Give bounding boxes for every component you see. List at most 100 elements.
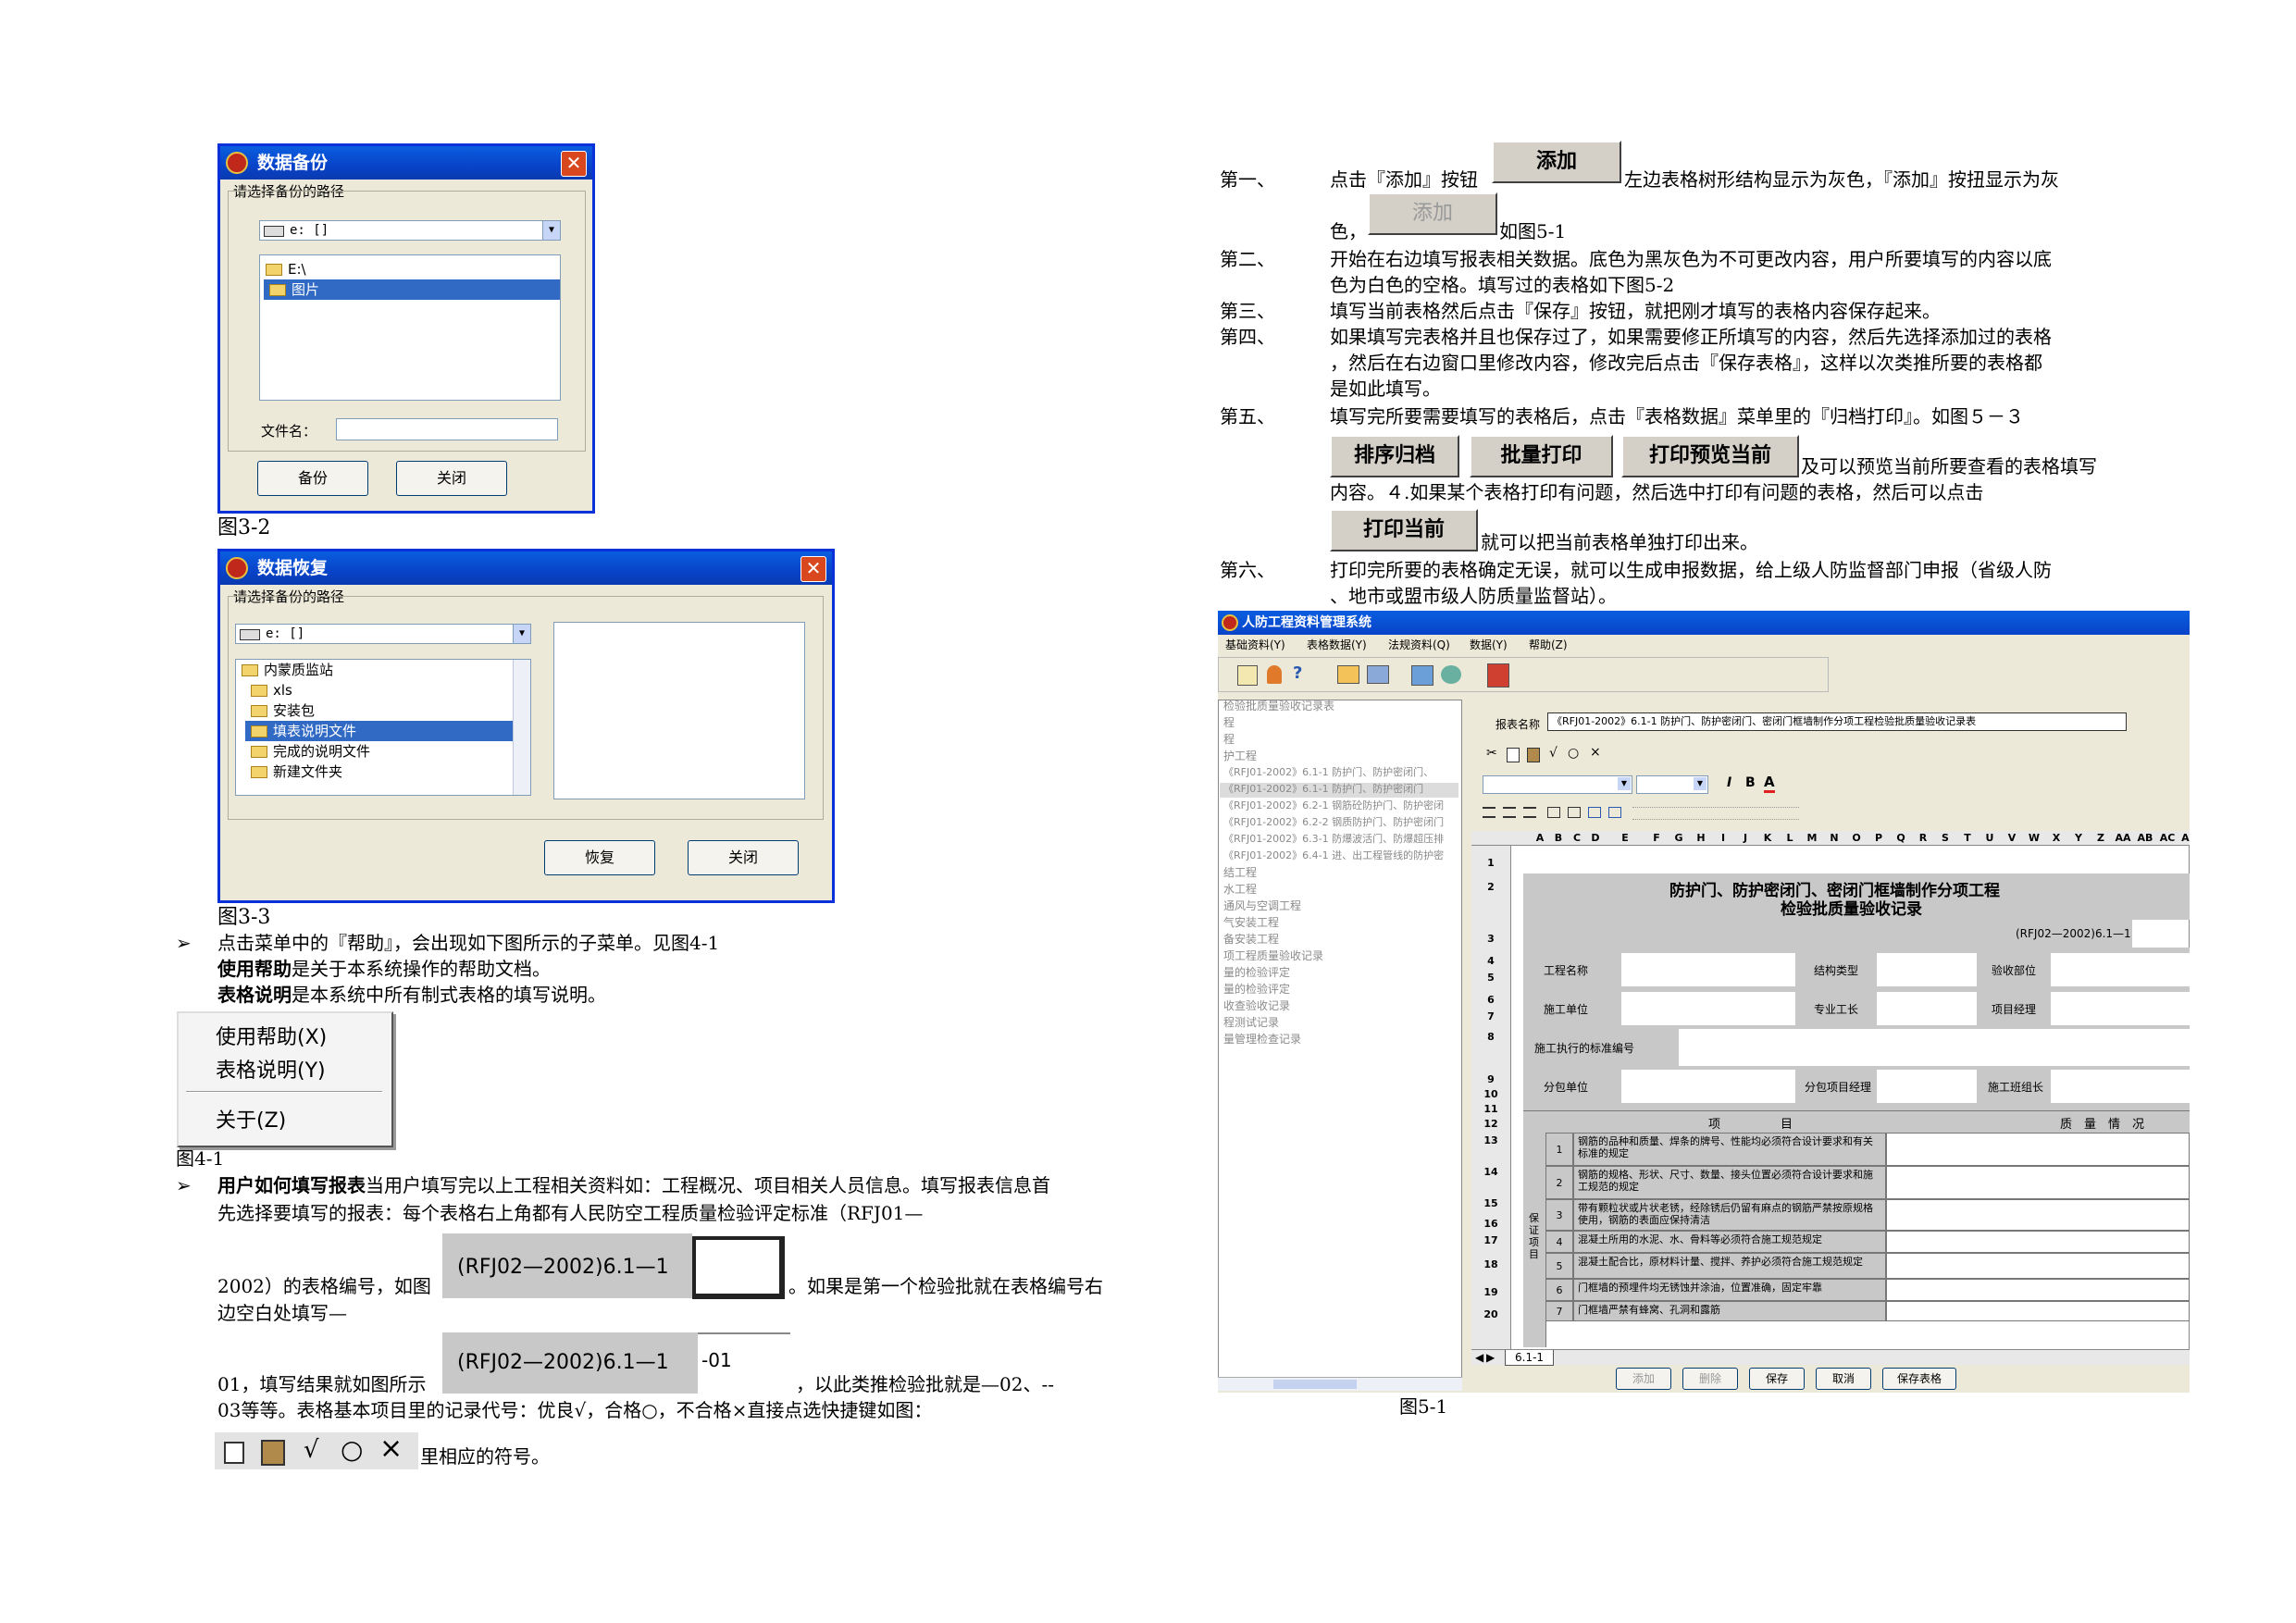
backup-dialog-titlebar[interactable]: 数据备份 ✕ bbox=[220, 146, 592, 180]
row-header[interactable]: 5 bbox=[1471, 972, 1510, 984]
tree-item[interactable]: 结工程 bbox=[1223, 864, 1257, 880]
column-header[interactable]: V bbox=[2001, 831, 2023, 845]
tree-item[interactable]: 水工程 bbox=[1223, 881, 1257, 897]
structure-type-input[interactable] bbox=[1877, 953, 1977, 986]
check-symbol-button[interactable]: √ bbox=[304, 1436, 319, 1464]
close-button[interactable]: 关闭 bbox=[688, 840, 799, 875]
tab-prev-icon[interactable]: ◀ bbox=[1475, 1350, 1483, 1365]
tree-item[interactable]: 程测试记录 bbox=[1223, 1014, 1279, 1030]
paste-icon[interactable] bbox=[1527, 748, 1540, 762]
acceptance-part-input[interactable] bbox=[2051, 953, 2190, 986]
folder-item[interactable]: 完成的说明文件 bbox=[245, 741, 530, 762]
foreman-input[interactable] bbox=[1877, 992, 1977, 1025]
column-header[interactable]: Z bbox=[2090, 831, 2112, 845]
quality-cell[interactable] bbox=[1886, 1253, 2190, 1279]
tree-item[interactable]: 收查验收记录 bbox=[1223, 997, 1290, 1013]
tree-item[interactable]: 《RFJ01-2002》6.2-2 钢质防护门、防护密闭门 bbox=[1223, 814, 1444, 829]
team-leader-input[interactable] bbox=[2051, 1070, 2190, 1103]
folder-list[interactable]: E:\ 图片 bbox=[259, 254, 561, 401]
font-size-select[interactable]: ▼ bbox=[1636, 775, 1708, 794]
column-header[interactable]: M bbox=[1801, 831, 1823, 845]
scroll-thumb[interactable] bbox=[1273, 1380, 1357, 1389]
project-manager-input[interactable] bbox=[2051, 992, 2190, 1025]
tree-item[interactable]: 《RFJ01-2002》6.2-1 钢筋砼防护门、防护密闭 bbox=[1223, 798, 1444, 812]
tree-item[interactable]: 量的检验评定 bbox=[1223, 981, 1290, 997]
tree-item[interactable]: 《RFJ01-2002》6.4-1 进、出工程管线的防护密 bbox=[1223, 848, 1444, 862]
column-header[interactable]: P bbox=[1868, 831, 1890, 845]
standard-input[interactable] bbox=[1679, 1029, 2190, 1066]
italic-icon[interactable]: I bbox=[1727, 775, 1731, 790]
tree-item[interactable]: 备安装工程 bbox=[1223, 931, 1279, 947]
print-icon[interactable] bbox=[1367, 665, 1389, 684]
column-header[interactable]: W bbox=[2023, 831, 2045, 845]
column-header[interactable]: R bbox=[1912, 831, 1934, 845]
tree-item[interactable]: 通风与空调工程 bbox=[1223, 898, 1301, 913]
row-header[interactable]: 18 bbox=[1471, 1258, 1510, 1270]
chevron-down-icon[interactable]: ▼ bbox=[542, 221, 560, 240]
row-header[interactable]: 4 bbox=[1471, 955, 1510, 967]
project-name-input[interactable] bbox=[1621, 953, 1795, 986]
close-icon[interactable]: ✕ bbox=[561, 151, 587, 177]
column-header[interactable]: A bbox=[1531, 831, 1549, 845]
check-symbol-button[interactable]: √ bbox=[1549, 746, 1558, 761]
row-header[interactable]: 6 bbox=[1471, 994, 1510, 1006]
tree-item[interactable]: 程 bbox=[1223, 731, 1235, 747]
folder-item[interactable]: xls bbox=[245, 680, 530, 700]
row-header[interactable]: 12 bbox=[1471, 1118, 1510, 1130]
menu-item-help[interactable]: 使用帮助(X) bbox=[216, 1021, 327, 1050]
tree-item[interactable]: 项工程质量验收记录 bbox=[1223, 948, 1323, 963]
line-style-icon[interactable] bbox=[1632, 807, 1799, 820]
file-list[interactable] bbox=[553, 622, 805, 799]
column-header[interactable]: AD bbox=[2178, 831, 2190, 845]
column-header[interactable]: E bbox=[1605, 831, 1645, 845]
exit-icon[interactable] bbox=[1487, 663, 1509, 688]
column-header[interactable]: X bbox=[2045, 831, 2067, 845]
sheet-tab[interactable]: 6.1-1 bbox=[1505, 1350, 1555, 1366]
row-header[interactable]: 11 bbox=[1471, 1103, 1510, 1115]
row-header[interactable]: 19 bbox=[1471, 1286, 1510, 1298]
quality-cell[interactable] bbox=[1886, 1301, 2190, 1321]
cancel-button[interactable]: 取消 bbox=[1816, 1368, 1871, 1390]
folder-item[interactable]: 填表说明文件 bbox=[245, 721, 530, 741]
filename-input[interactable] bbox=[336, 418, 558, 440]
restore-button[interactable]: 恢复 bbox=[544, 840, 655, 875]
chevron-down-icon[interactable]: ▼ bbox=[1694, 777, 1706, 790]
row-header[interactable]: 15 bbox=[1471, 1197, 1510, 1209]
circle-symbol-button[interactable]: ○ bbox=[1568, 746, 1579, 761]
row-header[interactable]: 8 bbox=[1471, 1031, 1510, 1043]
folder-item[interactable]: 新建文件夹 bbox=[245, 762, 530, 782]
copy-icon[interactable] bbox=[224, 1442, 244, 1464]
folder-item[interactable]: 图片 bbox=[264, 279, 560, 300]
row-header[interactable]: 16 bbox=[1471, 1218, 1510, 1230]
folder-item[interactable]: 内蒙质监站 bbox=[236, 660, 530, 680]
row-header[interactable]: 7 bbox=[1471, 1010, 1510, 1022]
column-header[interactable]: Q bbox=[1890, 831, 1912, 845]
menu-regulations[interactable]: 法规资料(Q) bbox=[1388, 635, 1450, 655]
cross-symbol-button[interactable]: × bbox=[1590, 745, 1601, 760]
folder-item[interactable]: E:\ bbox=[260, 259, 560, 279]
quality-cell[interactable] bbox=[1886, 1166, 2190, 1199]
column-header[interactable]: U bbox=[1979, 831, 2001, 845]
tree-item[interactable]: 量的检验评定 bbox=[1223, 964, 1290, 980]
quality-cell[interactable] bbox=[1886, 1279, 2190, 1301]
user-icon[interactable] bbox=[1267, 665, 1282, 684]
close-icon[interactable]: ✕ bbox=[800, 556, 826, 582]
folder-item[interactable]: 安装包 bbox=[245, 700, 530, 721]
font-select[interactable]: ▼ bbox=[1483, 775, 1632, 794]
column-header[interactable]: Y bbox=[2067, 831, 2090, 845]
tree-item[interactable]: 检验批质量验收记录表 bbox=[1223, 698, 1334, 713]
help-icon[interactable]: ? bbox=[1293, 663, 1302, 683]
row-header[interactable]: 17 bbox=[1471, 1234, 1510, 1246]
drive-select[interactable]: e: [] ▼ bbox=[259, 220, 561, 241]
save-table-button[interactable]: 保存表格 bbox=[1882, 1368, 1956, 1390]
align-right-icon[interactable] bbox=[1523, 807, 1536, 818]
tree-horizontal-scrollbar[interactable] bbox=[1218, 1377, 1462, 1391]
column-header[interactable]: H bbox=[1690, 831, 1712, 845]
tree-item[interactable]: 护工程 bbox=[1223, 748, 1257, 763]
add-button[interactable]: 添加 bbox=[1616, 1368, 1671, 1390]
folder-list[interactable]: 内蒙质监站 xls 安装包 填表说明文件 完成的说明文件 新建文件夹 bbox=[235, 659, 531, 796]
column-header[interactable]: AC bbox=[2156, 831, 2178, 845]
column-header[interactable]: N bbox=[1823, 831, 1845, 845]
row-header[interactable]: 13 bbox=[1471, 1134, 1510, 1146]
tab-next-icon[interactable]: ▶ bbox=[1486, 1350, 1495, 1365]
